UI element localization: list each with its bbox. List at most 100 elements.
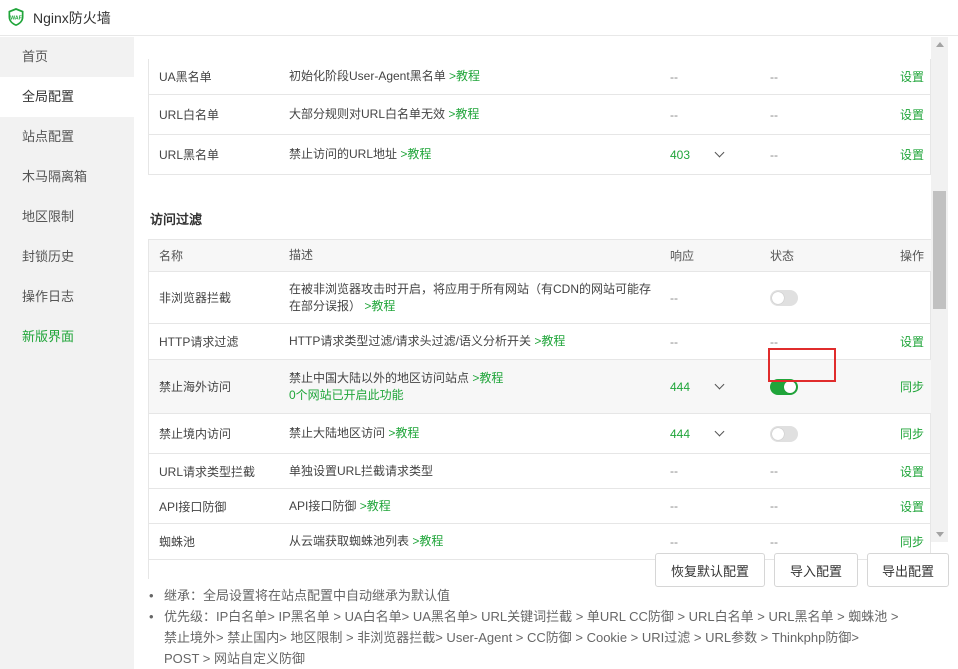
row-status: -- xyxy=(770,69,778,84)
tutorial-link[interactable]: >教程 xyxy=(360,498,391,515)
row-desc: 单独设置URL拦截请求类型 xyxy=(289,463,434,478)
status-toggle[interactable] xyxy=(770,289,798,306)
sidebar-item-new-ui[interactable]: 新版界面 xyxy=(0,317,134,357)
settings-link[interactable]: 设置 xyxy=(900,463,924,480)
tutorial-link[interactable]: >教程 xyxy=(534,333,565,350)
export-config-button[interactable]: 导出配置 xyxy=(867,553,949,587)
row-desc: 在被非浏览器攻击时开启，将应用于所有网站（有CDN的网站可能存 在部分误报） >… xyxy=(289,281,652,313)
table-row: URL黑名单 禁止访问的URL地址 >教程 403 -- 设置 xyxy=(149,135,931,175)
row-name: API接口防御 xyxy=(159,499,227,514)
waf-shield-icon: WAF xyxy=(8,8,24,26)
svg-text:WAF: WAF xyxy=(10,15,22,21)
table-row: API接口防御 API接口防御 >教程 -- -- 设置 xyxy=(149,489,931,524)
row-response: -- xyxy=(670,107,678,122)
sidebar-item-trojan-quarantine[interactable]: 木马隔离箱 xyxy=(0,157,134,197)
sidebar-item-site-config[interactable]: 站点配置 xyxy=(0,117,134,157)
row-status: -- xyxy=(770,499,778,513)
chevron-down-icon[interactable] xyxy=(714,379,725,390)
window-title: Nginx防火墙 xyxy=(33,10,111,26)
sync-link[interactable]: 同步 xyxy=(900,533,924,550)
table-row: UA黑名单 初始化阶段User-Agent黑名单 >教程 -- -- 设置 xyxy=(149,59,931,95)
sidebar: 首页 全局配置 站点配置 木马隔离箱 地区限制 封锁历史 操作日志 新版界面 xyxy=(0,37,134,669)
row-name: 禁止海外访问 xyxy=(159,380,232,394)
sidebar-item-home[interactable]: 首页 xyxy=(0,37,134,77)
settings-link[interactable]: 设置 xyxy=(900,146,924,163)
row-response: -- xyxy=(670,499,678,513)
row-name: UA黑名单 xyxy=(159,70,212,84)
sync-link[interactable]: 同步 xyxy=(900,425,924,442)
row-desc: 初始化阶段User-Agent黑名单 >教程 xyxy=(289,68,481,85)
scrollbar-thumb[interactable] xyxy=(933,191,946,309)
tutorial-link[interactable]: >教程 xyxy=(364,299,395,313)
chevron-down-icon[interactable] xyxy=(714,426,725,437)
header-action: 操作 xyxy=(899,249,924,263)
config-scroll-area[interactable]: UA黑名单 初始化阶段User-Agent黑名单 >教程 -- -- 设置 UR… xyxy=(148,59,931,579)
row-response: -- xyxy=(670,69,678,84)
row-name: URL白名单 xyxy=(159,108,220,122)
row-desc: API接口防御 >教程 xyxy=(289,498,391,515)
table-row: 非浏览器拦截 在被非浏览器攻击时开启，将应用于所有网站（有CDN的网站可能存 在… xyxy=(149,272,931,324)
table-header: 名称 描述 响应 状态 操作 xyxy=(149,239,931,272)
sync-link[interactable]: 同步 xyxy=(900,378,924,395)
scrollbar[interactable] xyxy=(931,37,948,542)
response-select[interactable]: 444 xyxy=(670,414,740,453)
table-row: URL请求类型拦截 单独设置URL拦截请求类型 -- -- 设置 xyxy=(149,454,931,489)
header-status: 状态 xyxy=(770,249,795,263)
row-desc: 从云端获取蜘蛛池列表 >教程 xyxy=(289,533,444,550)
row-response: -- xyxy=(670,290,678,305)
header-name: 名称 xyxy=(159,249,184,263)
row-name: HTTP请求过滤 xyxy=(159,335,239,349)
row-desc: HTTP请求类型过滤/请求头过滤/语义分析开关 >教程 xyxy=(289,333,566,350)
table-row: URL白名单 大部分规则对URL白名单无效 >教程 -- -- 设置 xyxy=(149,95,931,135)
header-response: 响应 xyxy=(670,249,695,263)
response-select[interactable]: 403 xyxy=(670,135,740,174)
main-panel: UA黑名单 初始化阶段User-Agent黑名单 >教程 -- -- 设置 UR… xyxy=(134,37,958,669)
section-title-access-filter: 访问过滤 xyxy=(150,212,203,227)
scroll-down-arrow-icon[interactable] xyxy=(936,532,944,537)
tutorial-link[interactable]: >教程 xyxy=(400,146,431,163)
sidebar-item-block-history[interactable]: 封锁历史 xyxy=(0,237,134,277)
row-response: -- xyxy=(670,464,678,478)
row-response: -- xyxy=(670,334,678,349)
settings-link[interactable]: 设置 xyxy=(900,333,924,350)
row-desc: 禁止中国大陆以外的地区访问站点 >教程 0个网站已开启此功能 xyxy=(289,370,504,404)
row-name: 禁止境内访问 xyxy=(159,427,232,441)
note-priority: 优先级：IP白名单> IP黑名单 > UA白名单> UA黑名单> URL关键词拦… xyxy=(146,606,946,669)
chevron-down-icon[interactable] xyxy=(714,147,725,158)
tutorial-link[interactable]: >教程 xyxy=(388,425,419,442)
tutorial-link[interactable]: >教程 xyxy=(412,533,443,550)
row-name: 非浏览器拦截 xyxy=(159,291,232,305)
scroll-up-arrow-icon[interactable] xyxy=(936,42,944,47)
rules-table: UA黑名单 初始化阶段User-Agent黑名单 >教程 -- -- 设置 UR… xyxy=(148,59,931,175)
row-name: URL黑名单 xyxy=(159,148,220,162)
row-desc: 禁止访问的URL地址 >教程 xyxy=(289,146,432,163)
sidebar-item-region-limit[interactable]: 地区限制 xyxy=(0,197,134,237)
header-desc: 描述 xyxy=(289,248,314,262)
highlight-box xyxy=(768,348,836,382)
notes-list: 继承：全局设置将在站点配置中自动继承为默认值 优先级：IP白名单> IP黑名单 … xyxy=(146,585,946,669)
settings-link[interactable]: 设置 xyxy=(900,68,924,85)
row-desc: 大部分规则对URL白名单无效 >教程 xyxy=(289,106,480,123)
row-name: 蜘蛛池 xyxy=(159,535,196,549)
sidebar-item-operation-log[interactable]: 操作日志 xyxy=(0,277,134,317)
sidebar-item-global-config[interactable]: 全局配置 xyxy=(0,77,134,117)
row-status: -- xyxy=(770,107,778,122)
row-desc: 禁止大陆地区访问 >教程 xyxy=(289,425,420,442)
row-name: URL请求类型拦截 xyxy=(159,464,256,479)
tutorial-link[interactable]: >教程 xyxy=(472,371,503,385)
restore-default-button[interactable]: 恢复默认配置 xyxy=(655,553,765,587)
table-row: 禁止境内访问 禁止大陆地区访问 >教程 444 同步 xyxy=(149,414,931,454)
tutorial-link[interactable]: >教程 xyxy=(449,68,480,85)
note-inherit: 继承：全局设置将在站点配置中自动继承为默认值 xyxy=(146,585,946,606)
row-status: -- xyxy=(770,464,778,478)
settings-link[interactable]: 设置 xyxy=(900,498,924,515)
row-status: -- xyxy=(770,147,778,162)
settings-link[interactable]: 设置 xyxy=(900,106,924,123)
response-select[interactable]: 444 xyxy=(670,360,740,413)
status-toggle[interactable] xyxy=(770,425,798,442)
enabled-sites-note[interactable]: 0个网站已开启此功能 xyxy=(289,387,503,404)
tutorial-link[interactable]: >教程 xyxy=(448,106,479,123)
title-bar: WAF Nginx防火墙 xyxy=(0,0,958,36)
access-filter-table: 名称 描述 响应 状态 操作 非浏览器拦截 在被非浏览器攻击时开启，将应用于所有… xyxy=(148,239,931,579)
import-config-button[interactable]: 导入配置 xyxy=(774,553,858,587)
